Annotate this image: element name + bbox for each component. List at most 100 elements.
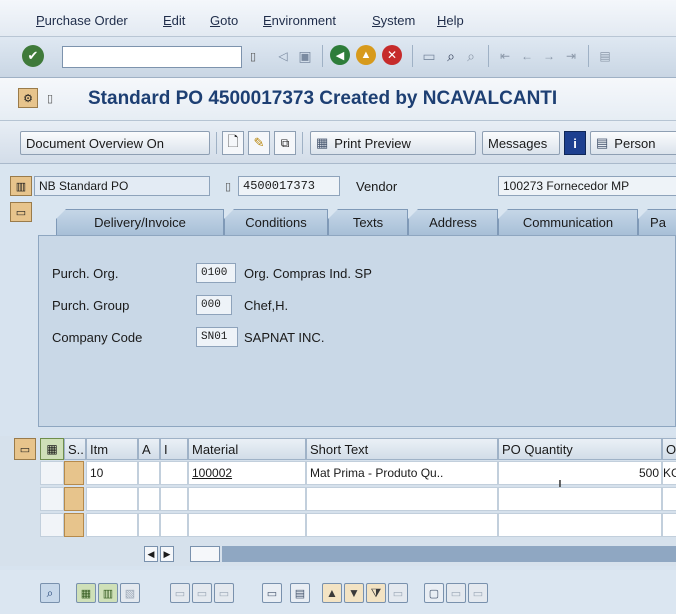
purch-group-field[interactable]: 000 xyxy=(196,295,232,315)
other-po-icon[interactable]: ⧉ xyxy=(274,131,296,155)
more-icon[interactable]: ▭ xyxy=(468,583,488,603)
col-header-item-category[interactable]: I xyxy=(160,438,188,460)
menu-purchase-order[interactable]: Purchase Order xyxy=(36,13,128,28)
cell-account[interactable] xyxy=(138,461,160,485)
row-selector[interactable] xyxy=(40,461,64,485)
cell-po-quantity[interactable] xyxy=(498,487,662,511)
col-header-material[interactable]: Material xyxy=(188,438,306,460)
cell-material[interactable] xyxy=(188,513,306,537)
arrow-left-icon[interactable]: ◁ xyxy=(276,46,290,66)
row-selector[interactable] xyxy=(40,513,64,537)
row-selector[interactable] xyxy=(40,487,64,511)
info-icon[interactable]: i xyxy=(564,131,586,155)
po-number-field[interactable]: 4500017373 xyxy=(238,176,340,196)
cell-po-quantity[interactable]: 500 xyxy=(498,461,662,485)
document-icon[interactable]: ▯ xyxy=(44,90,56,106)
po-type-dropdown-icon[interactable]: ▯ xyxy=(222,178,234,194)
cell-material[interactable]: 100002 xyxy=(188,461,306,485)
row-marker[interactable] xyxy=(64,513,84,537)
po-type-field[interactable]: NB Standard PO xyxy=(34,176,210,196)
cell-item[interactable] xyxy=(86,487,138,511)
delete-icon[interactable]: ▭ xyxy=(170,583,190,603)
find-next-icon[interactable]: ⌕ xyxy=(462,46,480,66)
command-field[interactable] xyxy=(62,46,242,68)
personal-setting-button[interactable]: ▤ Person xyxy=(590,131,676,155)
history-icon[interactable]: ▯ xyxy=(246,48,260,64)
delete-filter-icon[interactable]: ▭ xyxy=(388,583,408,603)
menu-goto[interactable]: Goto xyxy=(210,13,238,28)
scroll-left-icon[interactable]: ◀ xyxy=(144,546,158,562)
cancel-icon[interactable]: ✕ xyxy=(382,45,402,65)
next-page-icon[interactable]: → xyxy=(540,46,558,66)
tab-texts[interactable]: Texts xyxy=(328,209,408,235)
collapse-items-icon[interactable]: ▭ xyxy=(14,438,36,460)
company-code-field[interactable]: SN01 xyxy=(196,327,238,347)
header-icon[interactable]: ▥ xyxy=(10,176,32,196)
menu-system[interactable]: System xyxy=(372,13,415,28)
sort-ascending-icon[interactable]: ▲ xyxy=(322,583,342,603)
col-header-item[interactable]: Itm xyxy=(86,438,138,460)
horizontal-scrollbar[interactable]: ◀ ▶ xyxy=(40,544,676,564)
cell-po-quantity[interactable] xyxy=(498,513,662,537)
insert-row-icon[interactable]: ▤ xyxy=(290,583,310,603)
tab-conditions[interactable]: Conditions xyxy=(224,209,328,235)
filter-icon[interactable]: ⧩ xyxy=(366,583,386,603)
row-marker[interactable] xyxy=(64,487,84,511)
col-header-short-text[interactable]: Short Text xyxy=(306,438,498,460)
messages-button[interactable]: Messages xyxy=(482,131,560,155)
display-change-icon[interactable]: ✎ xyxy=(248,131,270,155)
cell-account[interactable] xyxy=(138,487,160,511)
details-icon[interactable]: ⌕ xyxy=(40,583,60,603)
sort-descending-icon[interactable]: ▼ xyxy=(344,583,364,603)
tab-delivery-invoice[interactable]: Delivery/Invoice xyxy=(56,209,224,235)
back-icon[interactable]: ◀ xyxy=(330,45,350,65)
cell-account[interactable] xyxy=(138,513,160,537)
block-icon[interactable]: ▧ xyxy=(120,583,140,603)
save-icon[interactable]: ▣ xyxy=(296,46,314,66)
scroll-right-icon[interactable]: ▶ xyxy=(160,546,174,562)
cell-short-text[interactable]: Mat Prima - Produto Qu.. xyxy=(306,461,498,485)
cell-item-category[interactable] xyxy=(160,513,188,537)
cell-item[interactable]: 10 xyxy=(86,461,138,485)
menu-environment[interactable]: Environment xyxy=(263,13,336,28)
cell-order-unit[interactable] xyxy=(662,513,676,537)
col-header-account[interactable]: A xyxy=(138,438,160,460)
cell-order-unit[interactable] xyxy=(662,487,676,511)
conditions-icon[interactable]: ▭ xyxy=(446,583,466,603)
document-overview-button[interactable]: Document Overview On xyxy=(20,131,210,155)
cell-material[interactable] xyxy=(188,487,306,511)
tab-communication[interactable]: Communication xyxy=(498,209,638,235)
select-all-icon[interactable]: ▦ xyxy=(40,438,64,460)
copy-icon[interactable]: ▭ xyxy=(214,583,234,603)
vendor-field[interactable]: 100273 Fornecedor MP xyxy=(498,176,676,196)
collapse-header-icon[interactable]: ▭ xyxy=(10,202,32,222)
cell-item-category[interactable] xyxy=(160,461,188,485)
first-page-icon[interactable]: ⇤ xyxy=(496,46,514,66)
cell-order-unit[interactable]: KG xyxy=(662,461,676,485)
cell-short-text[interactable] xyxy=(306,513,498,537)
print-icon[interactable]: ▭ xyxy=(420,46,438,66)
col-header-order-unit[interactable]: O xyxy=(662,438,676,460)
scroll-thumb[interactable] xyxy=(190,546,220,562)
col-header-po-quantity[interactable]: PO Quantity xyxy=(498,438,662,460)
find-icon[interactable]: ⌕ xyxy=(442,46,460,66)
menu-edit[interactable]: Edit xyxy=(163,13,185,28)
new-session-icon[interactable]: ▤ xyxy=(596,46,614,66)
prev-page-icon[interactable]: ← xyxy=(518,46,536,66)
item-icon[interactable]: ▢ xyxy=(424,583,444,603)
row-marker[interactable] xyxy=(64,461,84,485)
cut-icon[interactable]: ▭ xyxy=(192,583,212,603)
menu-help[interactable]: Help xyxy=(437,13,464,28)
tab-address[interactable]: Address xyxy=(408,209,498,235)
purch-org-field[interactable]: 0100 xyxy=(196,263,236,283)
exit-icon[interactable]: ▲ xyxy=(356,45,376,65)
scroll-track[interactable] xyxy=(222,546,676,562)
cell-item[interactable] xyxy=(86,513,138,537)
create-icon[interactable]: 🗋 xyxy=(222,131,244,155)
last-page-icon[interactable]: ⇥ xyxy=(562,46,580,66)
cell-short-text[interactable] xyxy=(306,487,498,511)
select-all-items-icon[interactable]: ▦ xyxy=(76,583,96,603)
print-preview-button[interactable]: ▦ Print Preview xyxy=(310,131,476,155)
deselect-all-icon[interactable]: ▥ xyxy=(98,583,118,603)
cell-item-category[interactable] xyxy=(160,487,188,511)
